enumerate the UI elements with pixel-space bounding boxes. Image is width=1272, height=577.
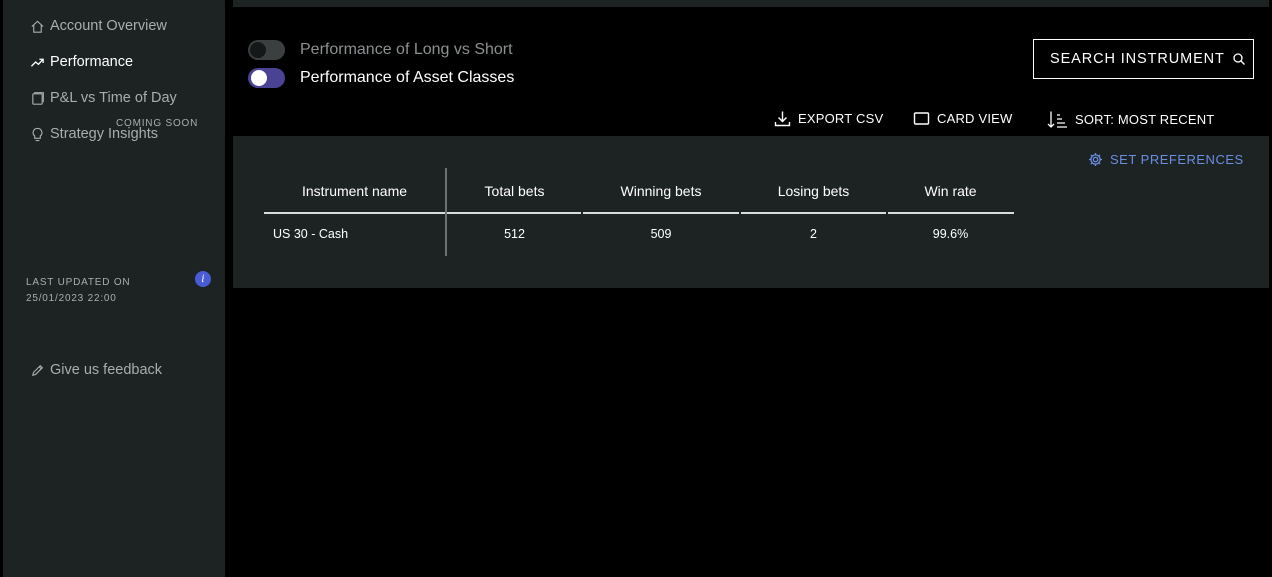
table-cell-instrument[interactable]: US 30 - Cash [264,213,445,255]
sidebar-item-performance[interactable]: Performance [29,54,133,70]
search-label: SEARCH INSTRUMENT [1050,51,1225,67]
export-csv-button[interactable]: EXPORT CSV [774,110,883,127]
toggle-label: Performance of Long vs Short [300,41,513,58]
sidebar-item-label: P&L vs Time of Day [50,90,177,106]
export-label: EXPORT CSV [798,111,884,126]
feedback-label: Give us feedback [50,362,163,378]
toggle-asset-classes[interactable]: Performance of Asset Classes [248,68,514,88]
clock-doc-icon [29,90,45,106]
set-preferences-button[interactable]: SET PREFERENCES [1088,152,1244,167]
column-header-total-bets[interactable]: Total bets [447,168,582,213]
last-updated-label: LAST UPDATED ON [26,277,131,288]
pencil-icon [29,362,45,378]
toggle-label: Performance of Asset Classes [300,69,515,86]
download-icon [774,111,791,127]
column-header-win-rate[interactable]: Win rate [887,168,1014,213]
toggle-switch[interactable] [248,68,285,88]
toggle-long-vs-short[interactable]: Performance of Long vs Short [248,40,513,60]
table-cell-total-bets: 512 [504,227,525,241]
table-cell-win-rate: 99.6% [932,227,969,241]
lightbulb-icon [29,126,45,142]
sidebar-item-pl-vs-time-of-day[interactable]: P&L vs Time of Day [29,90,177,106]
sidebar-item-label: Account Overview [50,18,167,34]
sort-icon [1047,111,1067,128]
search-instrument-button[interactable]: SEARCH INSTRUMENT [1033,39,1254,79]
column-header-losing-bets[interactable]: Losing bets [740,168,887,213]
trend-up-icon [29,54,45,70]
sidebar-item-label: Performance [50,54,134,70]
feedback-link[interactable]: Give us feedback [29,362,162,378]
home-icon [29,18,45,34]
search-icon [1233,53,1245,65]
top-strip [233,0,1269,7]
sidebar-item-account-overview[interactable]: Account Overview [29,18,167,34]
card-view-button[interactable]: CARD VIEW [913,110,1012,127]
last-updated: LAST UPDATED ON 25/01/2023 22:00 [26,275,130,307]
column-header-winning-bets[interactable]: Winning bets [582,168,740,213]
toggle-switch[interactable] [248,40,285,60]
info-icon[interactable]: i [195,271,211,287]
coming-soon-badge: COMING SOON [116,118,199,129]
last-updated-value: 25/01/2023 22:00 [26,293,117,304]
gear-icon [1089,153,1102,166]
results-panel: SET PREFERENCES Instrument name Total be… [233,136,1269,288]
card-icon [913,112,930,125]
set-preferences-label: SET PREFERENCES [1110,152,1244,167]
card-view-label: CARD VIEW [937,111,1013,126]
sort-button[interactable]: SORT: MOST RECENT [1047,110,1214,129]
table-cell-winning-bets: 509 [650,227,672,241]
app-root: Account Overview Performance P&L vs Time… [0,0,1272,577]
sort-label: SORT: MOST RECENT [1075,112,1215,127]
table-cell-losing-bets: 2 [810,227,817,241]
sidebar: Account Overview Performance P&L vs Time… [3,0,225,577]
column-header-instrument-name[interactable]: Instrument name [264,168,445,213]
